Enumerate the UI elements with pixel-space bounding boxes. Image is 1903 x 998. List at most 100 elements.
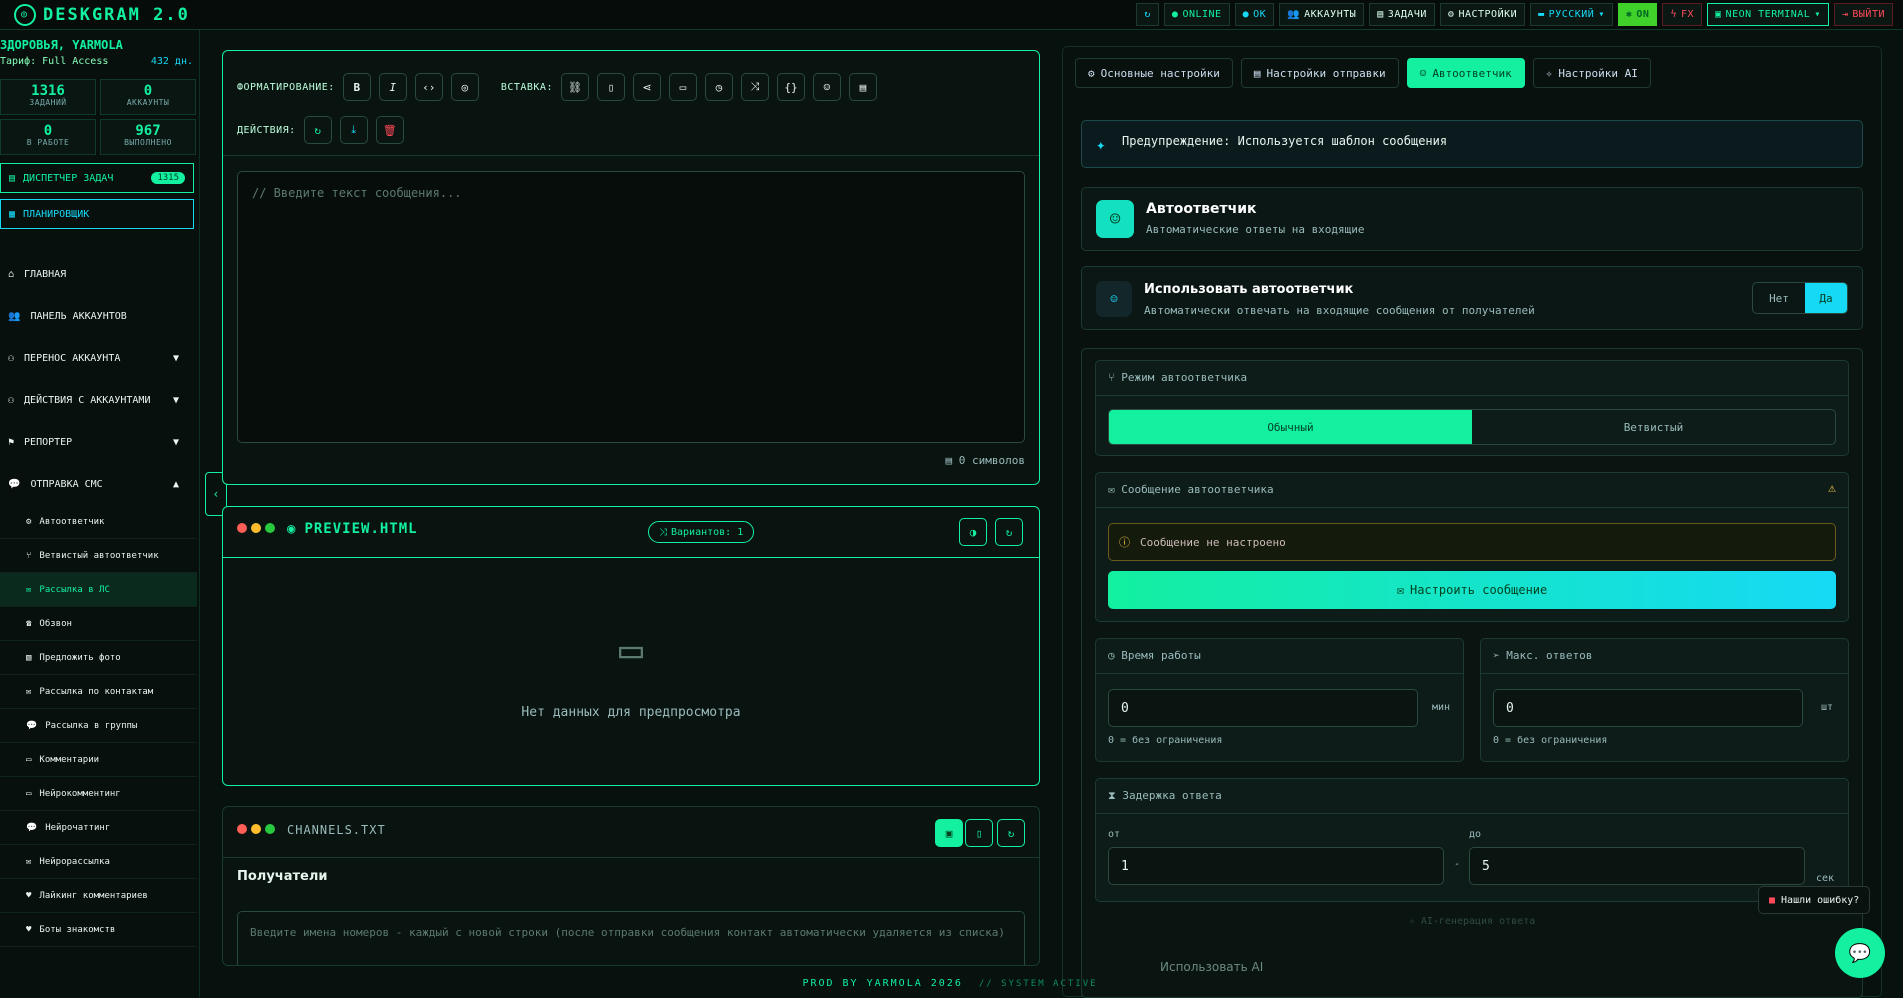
configure-message-button[interactable]: ✉ Настроить сообщение <box>1108 571 1836 609</box>
trash-button[interactable]: 🗑 <box>375 116 404 144</box>
settings-button[interactable]: ⚙ НАСТРОЙКИ <box>1439 3 1526 26</box>
dot-icon: ● <box>1171 9 1179 20</box>
on-toggle[interactable]: ✱ ON <box>1617 3 1658 26</box>
tab-send-settings[interactable]: ▤ Настройки отправки <box>1240 58 1399 88</box>
channels-title: CHANNELS.TXT <box>287 823 386 837</box>
code-button[interactable]: ‹› <box>414 73 443 101</box>
envelope-icon: ✉ <box>26 584 32 595</box>
max-answers-card: ➢ Макс. ответов 0 шт 0 = без ограничения <box>1480 638 1849 762</box>
text-icon: ▤ <box>945 454 959 467</box>
ai-generation-label: ✧ AI-генерация ответа <box>1408 916 1536 927</box>
nav-home[interactable]: ⌂ ГЛАВНАЯ <box>0 253 199 295</box>
shuffle-icon[interactable]: ⤨ <box>740 73 769 101</box>
sub-comment-liking[interactable]: ♥ Лайкинг комментариев <box>0 879 197 913</box>
accounts-button[interactable]: 👥 АККАУНТЫ <box>1279 3 1365 26</box>
bold-button[interactable]: B <box>342 73 371 101</box>
tab-basic-settings[interactable]: ⚙ Основные настройки <box>1075 58 1233 88</box>
recipients-label: Получатели <box>237 869 328 884</box>
nav-sms[interactable]: 💬 ОТПРАВКА СМС ▲ <box>0 463 199 505</box>
sub-calling[interactable]: ☎ Обзвон <box>0 607 197 641</box>
import-file-button[interactable]: ▯ <box>965 819 993 847</box>
file-icon[interactable]: ▯ <box>596 73 625 101</box>
sub-neuro-commenting[interactable]: ▭ Нейрокомментинг <box>0 777 197 811</box>
italic-button[interactable]: I <box>378 73 407 101</box>
braces-icon[interactable]: {} <box>776 73 805 101</box>
sub-group-mailing[interactable]: 💬 Рассылка в группы <box>0 709 197 743</box>
theme-select[interactable]: ▣ NEON TERMINAL ▾ <box>1707 3 1829 26</box>
language-select[interactable]: ▬ РУССКИЙ ▾ <box>1530 3 1613 26</box>
robot-icon: ☺ <box>1419 66 1427 80</box>
work-time-input[interactable]: 0 <box>1108 689 1418 727</box>
char-counter: ▤ 0 символов <box>945 454 1025 467</box>
sub-dm-mailing[interactable]: ✉ Рассылка в ЛС <box>0 573 197 607</box>
caret-down-icon: ▼ <box>172 394 179 406</box>
nav-reporter[interactable]: ⚑ РЕПОРТЕР ▼ <box>0 421 199 463</box>
tasks-button[interactable]: ▤ ЗАДАЧИ <box>1369 3 1435 26</box>
toggle-yes[interactable]: Да <box>1805 283 1847 313</box>
report-bug-button[interactable]: ■ Нашли ошибку? <box>1758 886 1871 914</box>
mode-branch-option[interactable]: Ветвистый <box>1472 410 1835 444</box>
sub-neuro-mailing[interactable]: ✉ Нейрорассылка <box>0 845 197 879</box>
tab-autoresponder[interactable]: ☺ Автоответчик <box>1406 58 1525 88</box>
sub-branch-autoresponder[interactable]: ⑂ Ветвистый автоответчик <box>0 539 197 573</box>
work-time-hint: 0 = без ограничения <box>1108 735 1223 746</box>
delay-header: ⧗ Задержка ответа <box>1108 789 1222 802</box>
warning-text: Предупреждение: Используется шаблон сооб… <box>1122 134 1448 148</box>
car-icon[interactable]: ▭ <box>668 73 697 101</box>
palette-button[interactable]: ◑ <box>959 518 987 546</box>
message-textarea[interactable]: // Введите текст сообщения... <box>237 171 1025 443</box>
sync-button[interactable]: ↻ <box>303 116 332 144</box>
window-dots <box>237 823 279 837</box>
user-greeting: ЗДОРОВЬЯ, YARMOLA <box>0 38 123 52</box>
nav-accounts-panel[interactable]: 👥 ПАНЕЛЬ АККАУНТОВ <box>0 295 199 337</box>
clock-icon[interactable]: ◷ <box>704 73 733 101</box>
sub-comments[interactable]: ▭ Комментарии <box>0 743 197 777</box>
chat-support-button[interactable]: 💬 <box>1835 928 1885 978</box>
comment-icon: ▭ <box>26 754 32 765</box>
delay-from-input[interactable]: 1 <box>1108 847 1444 885</box>
refresh-button[interactable]: ↻ <box>1136 3 1159 26</box>
app-logo: ◎ DESKGRAM 2.0 <box>0 3 190 26</box>
select-all-button[interactable]: ▣ <box>935 819 963 847</box>
toggle-no[interactable]: Нет <box>1753 283 1805 313</box>
stat-accounts: 0 АККАУНТЫ <box>100 79 196 115</box>
sub-autoresponder[interactable]: ⚙ Автоответчик <box>0 505 197 539</box>
work-time-unit: мин <box>1432 702 1451 713</box>
chevron-down-icon: ▾ <box>1814 9 1821 20</box>
flag-icon: ⚑ <box>8 436 15 448</box>
bug-icon: ■ <box>1769 894 1776 906</box>
channels-panel: CHANNELS.TXT ▣ ▯ ↻ Получатели Введите им… <box>222 806 1040 966</box>
image-icon: ▧ <box>26 652 32 663</box>
tab-ai-settings[interactable]: ✧ Настройки AI <box>1532 58 1651 88</box>
id-card-icon[interactable]: ▤ <box>848 73 877 101</box>
nav-account-actions[interactable]: ⚇ ДЕЙСТВИЯ С АККАУНТАМИ ▼ <box>0 379 199 421</box>
fx-toggle[interactable]: ϟ FX <box>1662 3 1703 26</box>
mode-normal-option[interactable]: Обычный <box>1109 410 1472 444</box>
online-status: ● ONLINE <box>1163 3 1230 26</box>
download-button[interactable]: ⤓ <box>339 116 368 144</box>
recipients-textarea[interactable]: Введите имена номеров - каждый с новой с… <box>237 911 1025 965</box>
logout-button[interactable]: ⇥ ВЫЙТИ <box>1833 3 1893 26</box>
stat-done: 967 ВЫПОЛНЕНО <box>100 119 196 155</box>
delay-to-input[interactable]: 5 <box>1469 847 1805 885</box>
sub-offer-photo[interactable]: ▧ Предложить фото <box>0 641 197 675</box>
sub-neuro-chatting[interactable]: 💬 Нейрочаттинг <box>0 811 197 845</box>
max-answers-input[interactable]: 0 <box>1493 689 1803 727</box>
stats-grid: 1316 ЗАДАНИЙ 0 АККАУНТЫ 0В РАБОТЕ 967 ВЫПОЛ… <box>0 67 200 155</box>
spoiler-button[interactable]: ◎ <box>450 73 479 101</box>
link-icon[interactable]: ⛓ <box>560 73 589 101</box>
sync-button[interactable]: ↻ <box>997 819 1025 847</box>
scheduler-button[interactable]: ▦ ПЛАНИРОВЩИК <box>0 199 194 229</box>
share-icon[interactable]: ⋖ <box>632 73 661 101</box>
smile-icon[interactable]: ☺ <box>812 73 841 101</box>
max-answers-hint: 0 = без ограничения <box>1493 735 1608 746</box>
nav-account-transfer[interactable]: ⚇ ПЕРЕНОС АККАУНТА ▼ <box>0 337 199 379</box>
sidebar: ЗДОРОВЬЯ, YARMOLA Тариф: Full Access 432 … <box>0 30 200 997</box>
envelope-icon: ✉ <box>1108 483 1122 496</box>
dispatcher-button[interactable]: ▤ ДИСПЕТЧЕР ЗАДАЧ 1315 <box>0 163 194 193</box>
refresh-preview-button[interactable]: ↻ <box>995 518 1023 546</box>
sub-contact-mailing[interactable]: ✉ Рассылка по контактам <box>0 675 197 709</box>
sub-dating-bots[interactable]: ♥ Боты знакомств <box>0 913 197 947</box>
caret-down-icon: ▼ <box>172 352 179 364</box>
gear-icon: ⚙ <box>1088 66 1095 80</box>
